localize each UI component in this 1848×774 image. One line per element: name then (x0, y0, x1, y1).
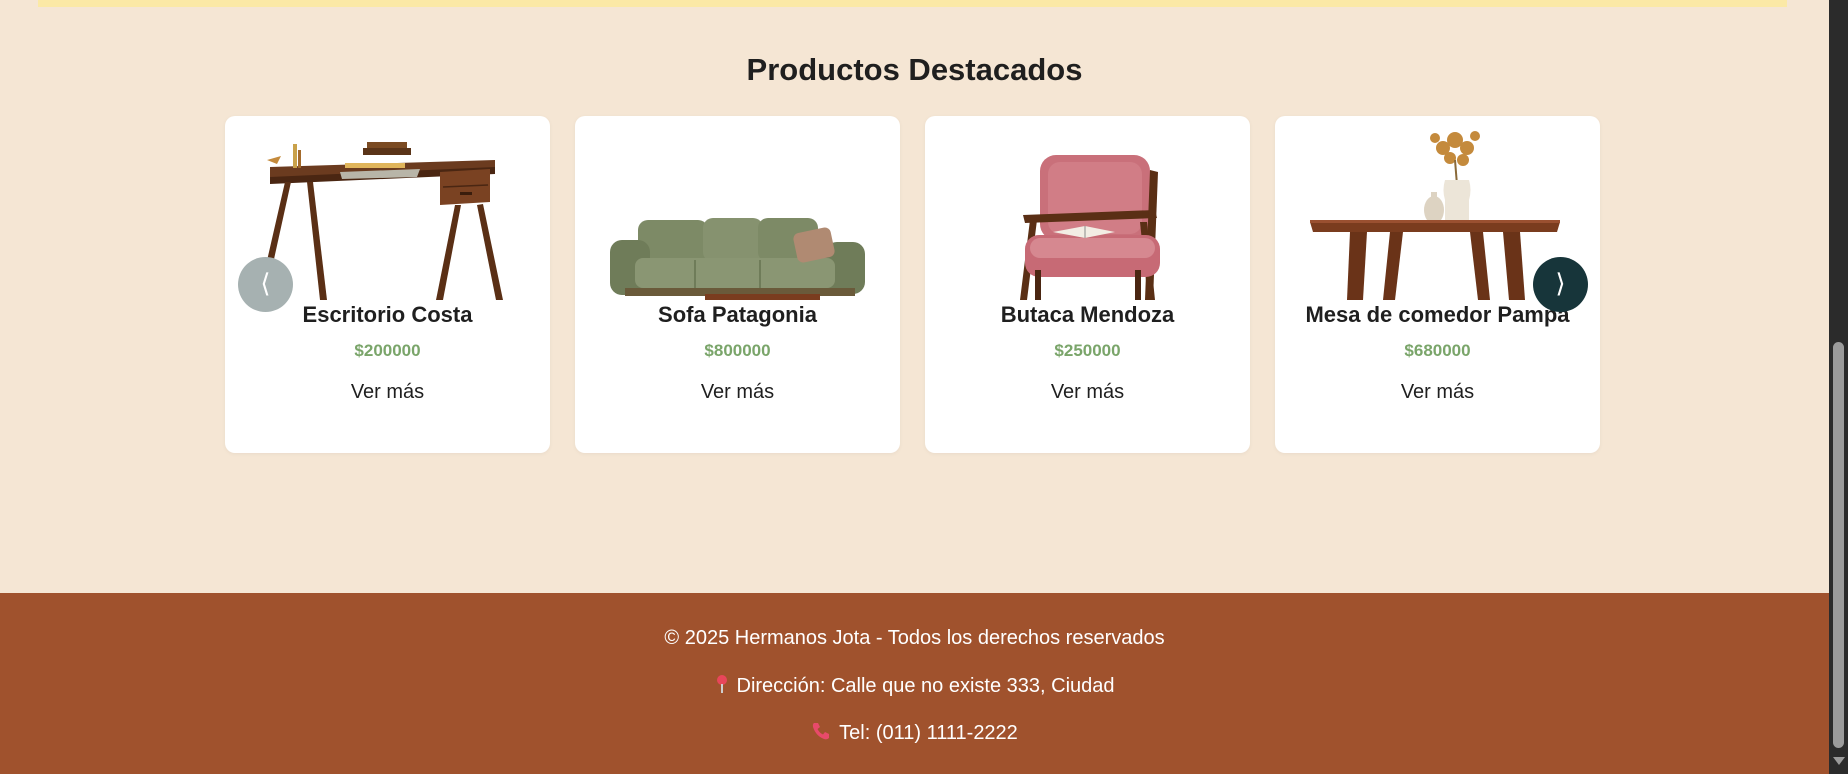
footer-phone-text: Tel: (011) 1111-2222 (839, 722, 1018, 744)
footer-phone: Tel: (011) 1111-2222 (0, 721, 1829, 747)
browser-viewport: Productos Destacados Escritorio Costa $2… (0, 0, 1848, 774)
product-card[interactable]: Butaca Mendoza $250000 Ver más (925, 116, 1250, 453)
product-image-sofa[interactable] (595, 130, 880, 300)
footer-copyright: © 2025 Hermanos Jota - Todos los derecho… (664, 627, 1165, 649)
view-more-link[interactable]: Ver más (575, 381, 900, 404)
chevron-right-icon: ⟩ (1555, 269, 1566, 299)
top-banner-strip (38, 0, 1787, 7)
products-carousel: Escritorio Costa $200000 Ver más Sofa Pa… (225, 116, 1600, 453)
product-card[interactable]: Sofa Patagonia $800000 Ver más (575, 116, 900, 453)
footer-address: Dirección: Calle que no existe 333, Ciud… (0, 674, 1829, 700)
chevron-left-icon: ⟨ (260, 269, 271, 299)
product-price: $200000 (354, 341, 421, 360)
view-more-link[interactable]: Ver más (225, 381, 550, 404)
section-title: Productos Destacados (746, 52, 1083, 87)
page-content: Productos Destacados Escritorio Costa $2… (0, 0, 1829, 774)
product-price: $800000 (704, 341, 771, 360)
view-more-link[interactable]: Ver más (1275, 381, 1600, 404)
carousel-prev-button[interactable]: ⟨ (238, 257, 293, 312)
view-more-link[interactable]: Ver más (925, 381, 1250, 404)
phone-icon (811, 721, 831, 747)
scroll-down-arrow-icon[interactable] (1833, 757, 1845, 765)
scrollbar-thumb[interactable] (1833, 342, 1844, 748)
footer-address-text: Dirección: Calle que no existe 333, Ciud… (736, 675, 1115, 697)
pin-icon (715, 674, 729, 700)
product-image-armchair[interactable] (945, 130, 1230, 300)
product-price: $250000 (1054, 341, 1121, 360)
product-name: Butaca Mendoza (1000, 302, 1175, 327)
sofa-image (610, 218, 865, 300)
carousel-next-button[interactable]: ⟩ (1533, 257, 1588, 312)
product-price: $680000 (1404, 341, 1471, 360)
product-name: Sofa Patagonia (658, 302, 817, 327)
vertical-scrollbar[interactable] (1829, 0, 1848, 774)
site-footer: © 2025 Hermanos Jota - Todos los derecho… (0, 593, 1829, 774)
armchair-image (1020, 155, 1160, 300)
